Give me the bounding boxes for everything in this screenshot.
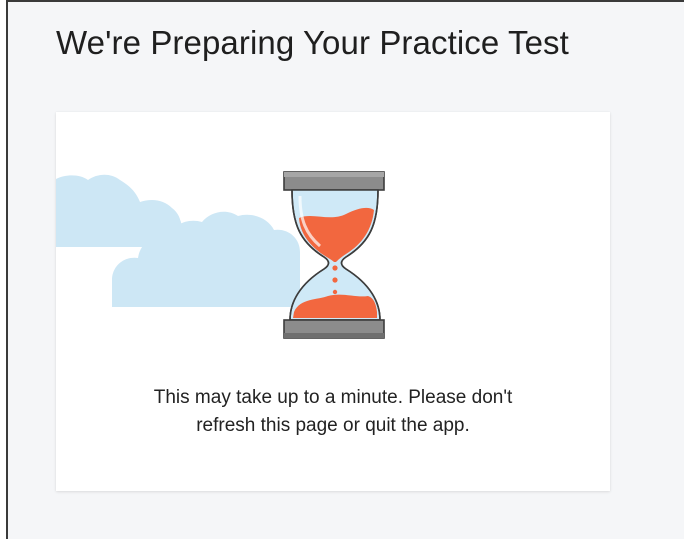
loading-illustration (56, 171, 385, 339)
loading-card: This may take up to a minute. Please don… (56, 112, 610, 491)
app-window: We're Preparing Your Practice Test This … (6, 0, 684, 539)
loading-message: This may take up to a minute. Please don… (56, 384, 610, 440)
cloud-icon (56, 174, 300, 307)
page-title: We're Preparing Your Practice Test (56, 24, 569, 61)
loading-message-line-1: This may take up to a minute. Please don… (153, 387, 513, 408)
loading-message-line-2: refresh this page or quit the app. (196, 415, 470, 436)
